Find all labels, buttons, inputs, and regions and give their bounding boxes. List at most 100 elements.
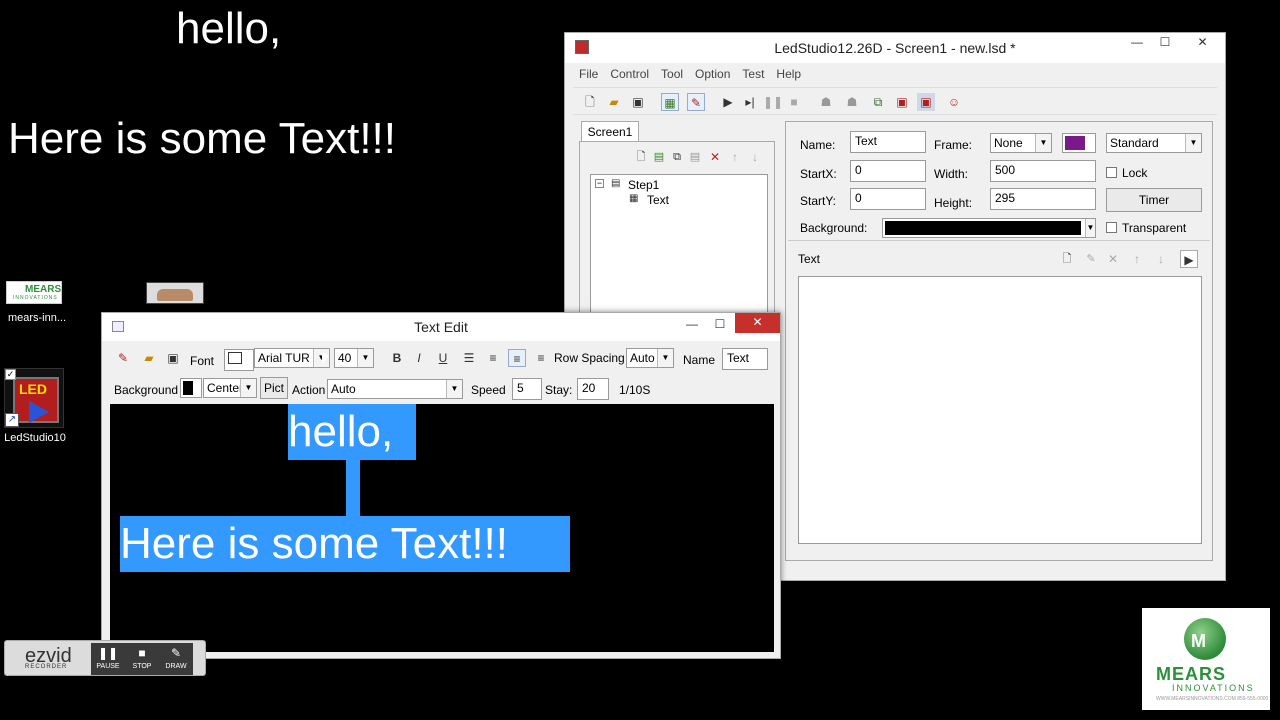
text-down-icon[interactable]: ↓ [1152, 250, 1170, 268]
pause-icon[interactable]: ❚❚ [763, 93, 783, 111]
timer-button[interactable]: Timer [1106, 188, 1202, 212]
photo-thumbnail-icon[interactable] [146, 282, 204, 304]
minimize-button[interactable]: — [1123, 33, 1151, 53]
mears-icon-logo-text: MEARS [25, 284, 62, 295]
align-center-icon[interactable]: ≡ [508, 349, 526, 367]
delete-text-icon[interactable]: ✕ [1104, 250, 1122, 268]
tree-text[interactable]: Text [647, 193, 669, 207]
canvas-line2[interactable]: Here is some Text!!! [120, 516, 570, 572]
main-toolbar: 🗋 ▰ ▣ ▦ ✎ ▶ ▸| ❚❚ ■ ☗ ☗ ⧉ ▣ ▣ ☺ [573, 87, 1217, 115]
ledstudio-desktop-icon[interactable]: LED ✓ ↗ [4, 368, 64, 428]
open-folder-icon[interactable]: ▰ [605, 93, 623, 111]
canvas-line1[interactable]: hello, [288, 404, 416, 460]
monitor-icon[interactable]: ▣ [917, 93, 935, 111]
text-list-area[interactable] [798, 276, 1202, 544]
ledstudio-icon-label[interactable]: LedStudio10 [0, 432, 70, 444]
move-up-icon[interactable]: ↑ [726, 148, 744, 166]
save-icon[interactable]: ▣ [629, 93, 647, 111]
underline-button[interactable]: U [434, 349, 452, 367]
text-edit-canvas[interactable]: hello, Here is some Text!!! [110, 404, 774, 652]
display-icon[interactable]: ▣ [893, 93, 911, 111]
pict-button[interactable]: Pict [260, 377, 288, 399]
edit-icon[interactable]: ✎ [1082, 250, 1100, 268]
background-color-picker[interactable]: ▼ [882, 218, 1096, 238]
paste-icon[interactable]: ▤ [686, 148, 704, 166]
align-left-icon[interactable]: ≡ [484, 349, 502, 367]
close-button[interactable]: ✕ [1180, 33, 1225, 53]
tree-step1[interactable]: Step1 [628, 178, 659, 192]
background-label: Background [114, 383, 179, 397]
row-spacing-value: Auto [630, 351, 655, 365]
frame-value: None [994, 136, 1023, 150]
tab-screen1[interactable]: Screen1 [581, 121, 639, 143]
step-tree: − ▤ Step1 ▦ Text [590, 174, 768, 314]
edit-effects-icon[interactable]: ✎ [114, 349, 132, 367]
lock-checkbox[interactable] [1106, 167, 1117, 178]
text-up-icon[interactable]: ↑ [1128, 250, 1146, 268]
height-field[interactable]: 295 [990, 188, 1096, 210]
minimize-button[interactable]: — [678, 315, 706, 335]
name-field[interactable]: Text [722, 348, 768, 370]
copy-icon[interactable]: ⧉ [668, 148, 686, 166]
send-icon[interactable]: ☗ [817, 93, 835, 111]
receive-icon[interactable]: ☗ [843, 93, 861, 111]
font-select[interactable]: Arial TUR ▼ [254, 348, 330, 368]
frame-color-picker[interactable] [1062, 133, 1096, 153]
style-select[interactable]: Standard ▼ [1106, 133, 1202, 153]
chevron-down-icon: ▼ [446, 380, 462, 398]
speed-label: Speed [471, 383, 506, 397]
font-color-picker[interactable] [224, 349, 254, 371]
menu-test[interactable]: Test [736, 63, 770, 85]
pause-button[interactable]: ❚❚ PAUSE [91, 643, 125, 675]
align-select[interactable]: Center ▼ [203, 378, 257, 398]
add-item-icon[interactable]: ▤ [650, 148, 668, 166]
bold-button[interactable]: B [388, 349, 406, 367]
edit-text-icon[interactable]: ✎ [687, 93, 705, 111]
speed-field[interactable]: 5 [512, 378, 542, 400]
italic-button[interactable]: I [410, 349, 428, 367]
network-icon[interactable]: ⧉ [869, 93, 887, 111]
add-step-icon[interactable]: 🗋 [632, 148, 650, 166]
smiley-icon[interactable]: ☺ [945, 93, 963, 111]
play-text-icon[interactable]: ▶ [1180, 250, 1198, 268]
maximize-button[interactable]: ☐ [1151, 33, 1179, 53]
stop-button[interactable]: ■ STOP [125, 643, 159, 675]
mears-desktop-icon[interactable]: MEARS INNOVATIONS [6, 281, 62, 304]
name-field[interactable]: Text [850, 131, 926, 153]
new-file-icon[interactable]: 🗋 [581, 93, 599, 111]
stop-icon[interactable]: ■ [785, 93, 803, 111]
size-select[interactable]: 40 ▼ [334, 348, 374, 368]
play-icon[interactable]: ▶ [719, 93, 737, 111]
align-right-icon[interactable]: ≡ [532, 349, 550, 367]
move-down-icon[interactable]: ↓ [746, 148, 764, 166]
chevron-down-icon: ▼ [1035, 134, 1051, 152]
row-spacing-select[interactable]: Auto ▼ [626, 348, 674, 368]
stay-field[interactable]: 20 [577, 378, 609, 400]
background-color-picker[interactable] [180, 378, 202, 398]
starty-field[interactable]: 0 [850, 188, 926, 210]
menu-option[interactable]: Option [689, 63, 736, 85]
background-label: Background: [800, 221, 868, 235]
list-icon[interactable]: ☰ [460, 349, 478, 367]
startx-field[interactable]: 0 [850, 160, 926, 182]
width-field[interactable]: 500 [990, 160, 1096, 182]
delete-icon[interactable]: ✕ [706, 148, 724, 166]
new-text-icon[interactable]: 🗋 [1058, 250, 1076, 268]
close-button[interactable]: ✕ [735, 313, 780, 333]
save-icon[interactable]: ▣ [164, 349, 182, 367]
collapse-icon[interactable]: − [595, 179, 604, 188]
menu-control[interactable]: Control [604, 63, 655, 85]
menu-file[interactable]: File [573, 63, 604, 85]
mears-icon-label[interactable]: mears-inn... [2, 312, 72, 324]
maximize-button[interactable]: ☐ [706, 315, 734, 335]
screen-icon[interactable]: ▦ [661, 93, 679, 111]
draw-button[interactable]: ✎ DRAW [159, 643, 193, 675]
open-folder-icon[interactable]: ▰ [140, 349, 158, 367]
menu-help[interactable]: Help [770, 63, 807, 85]
transparent-checkbox[interactable] [1106, 222, 1117, 233]
draw-label: DRAW [165, 663, 187, 670]
step-play-icon[interactable]: ▸| [741, 93, 759, 111]
menu-tool[interactable]: Tool [655, 63, 689, 85]
frame-select[interactable]: None ▼ [990, 133, 1052, 153]
action-select[interactable]: Auto ▼ [327, 379, 463, 399]
